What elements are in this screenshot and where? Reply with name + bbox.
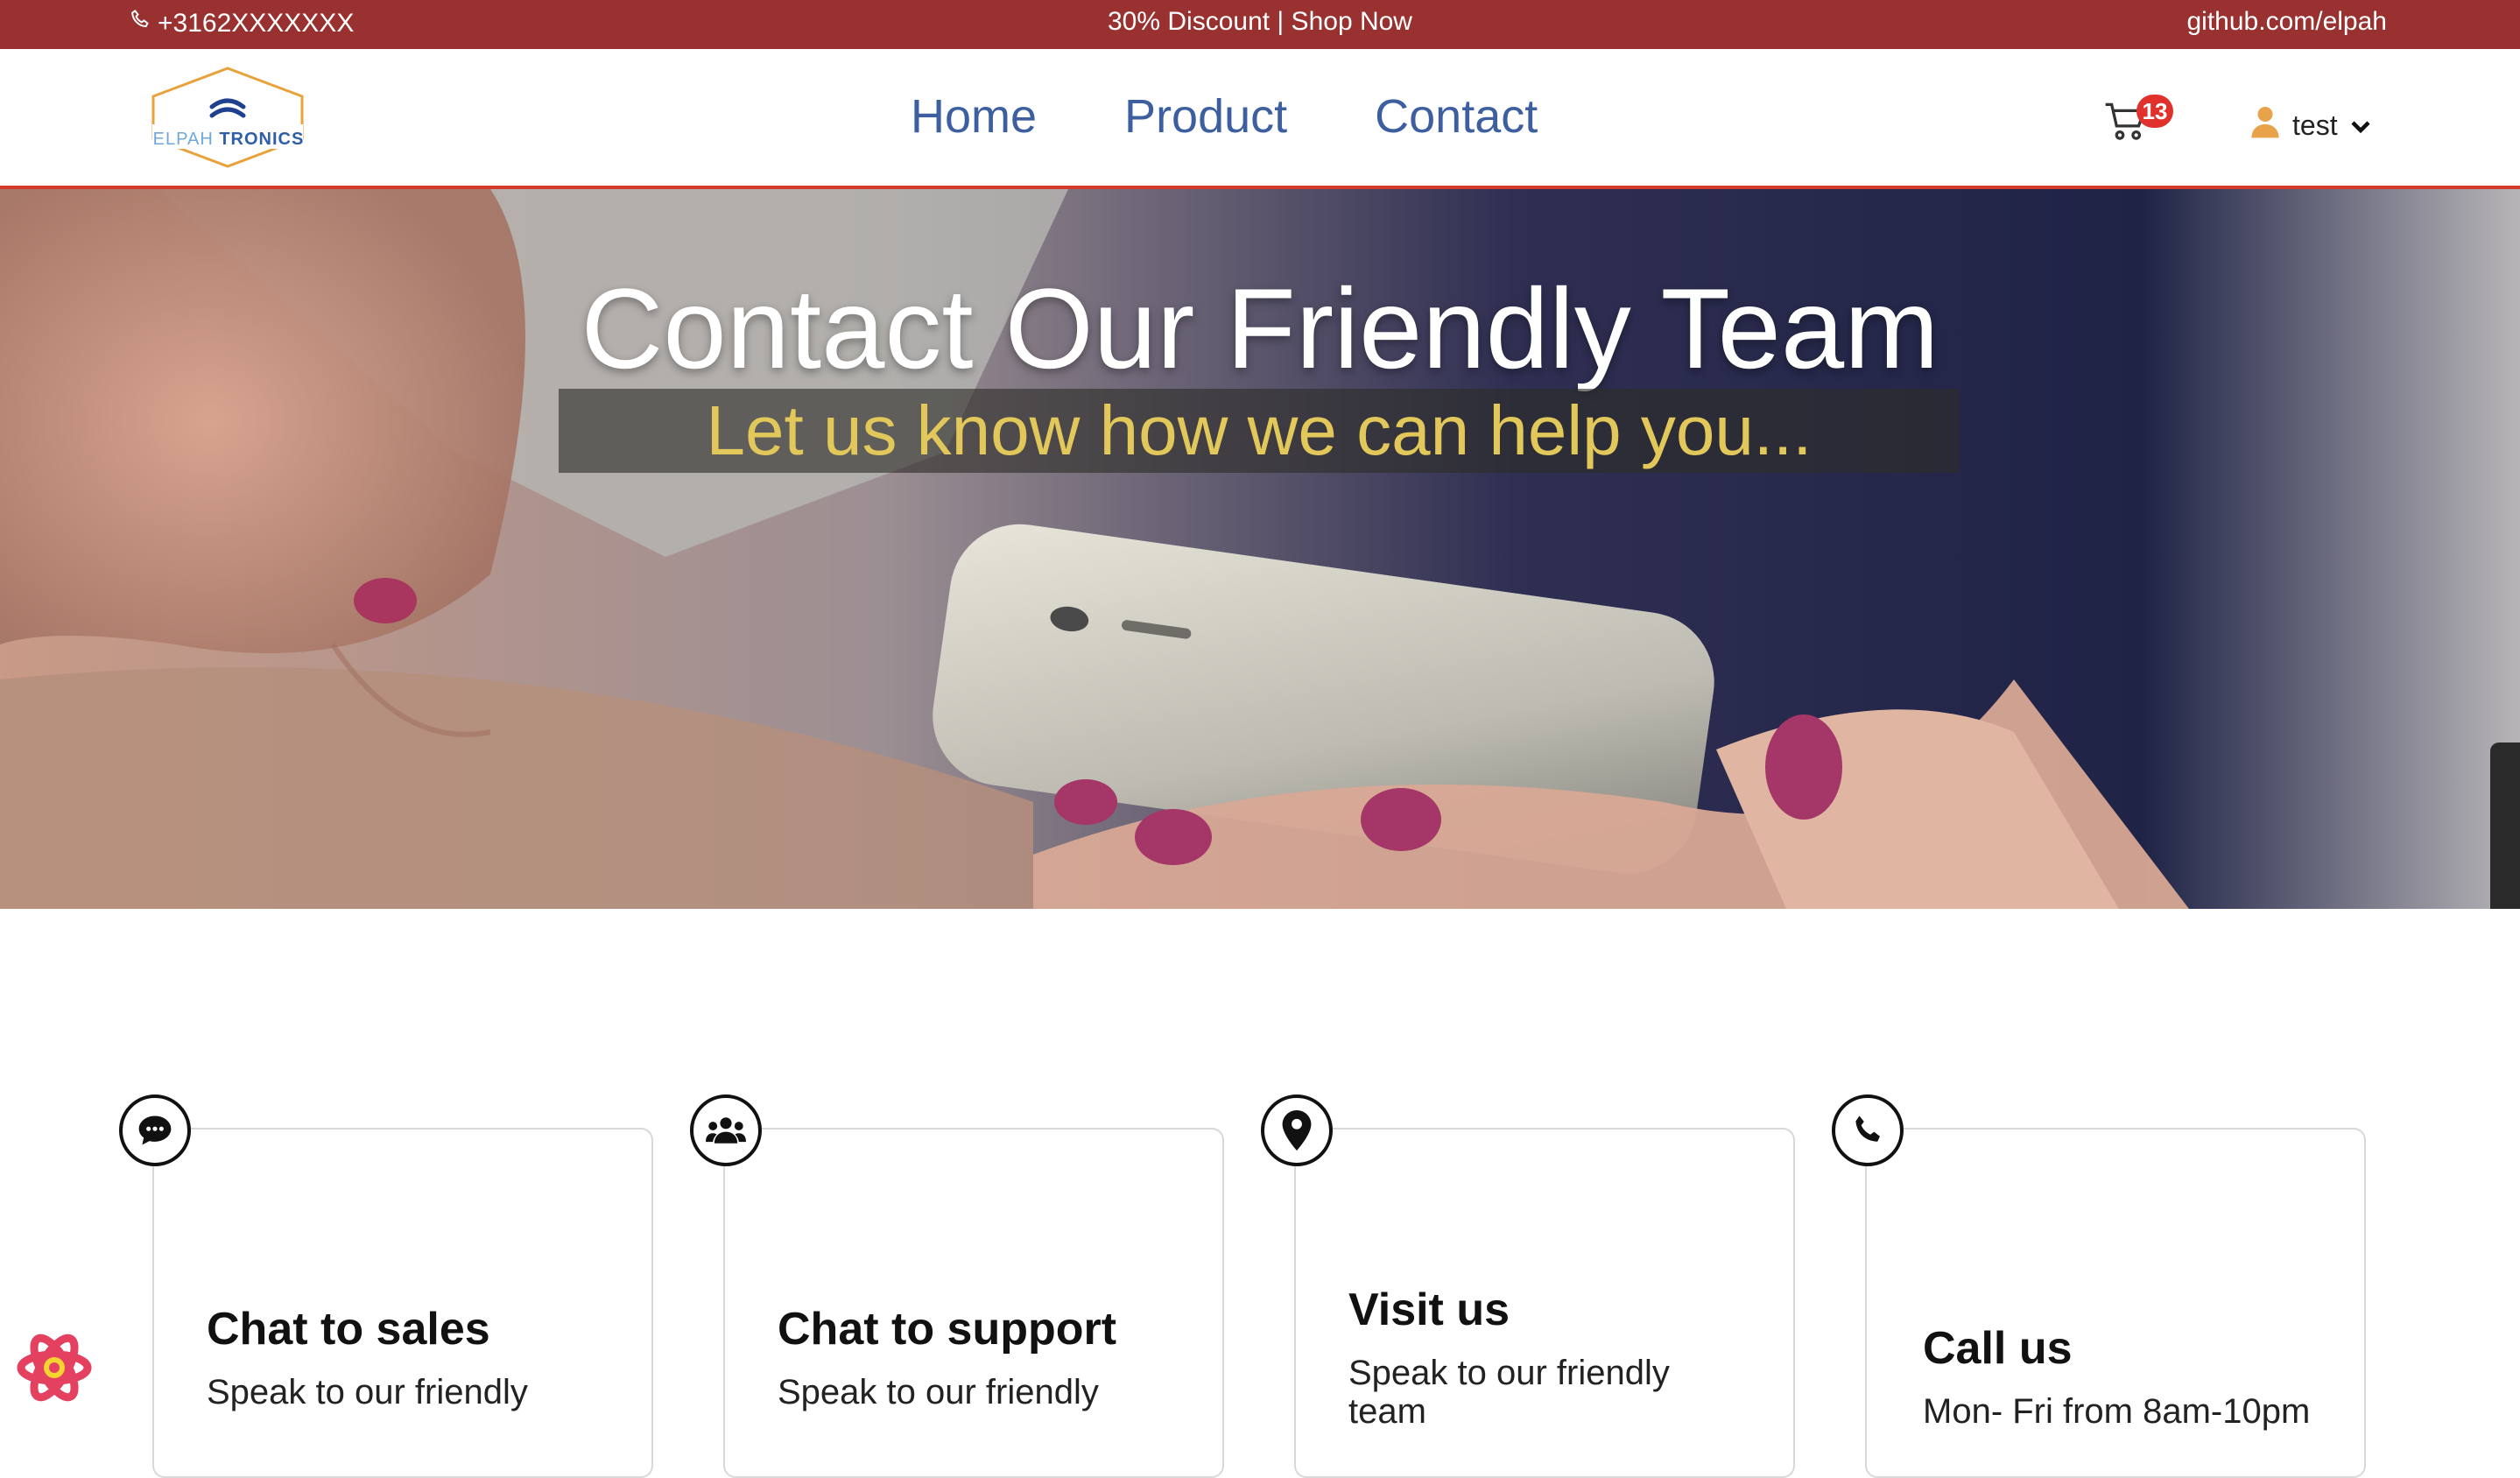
cart-count-badge: 13 [2136,95,2173,128]
nav-item-home[interactable]: Home [911,89,1037,144]
card-title: Chat to sales [207,1304,490,1355]
card-description: Speak to our friendly team [1348,1354,1670,1431]
hero-subtitle: Let us know how we can help you... [706,391,1813,469]
contact-card-visit[interactable]: Visit us Speak to our friendly team [1294,1128,1795,1478]
navbar: ELPAH TRONICS Home Product Contact 13 te… [0,49,2520,189]
card-description: Mon- Fri from 8am-10pm [1923,1392,2311,1431]
card-title: Call us [1923,1323,2073,1374]
react-icon[interactable] [16,1329,93,1406]
brand-logo[interactable]: ELPAH TRONICS [140,63,315,172]
nav-item-product[interactable]: Product [1124,89,1287,144]
side-scroll-tab[interactable] [2490,743,2520,909]
github-link[interactable]: github.com/elpah [2187,7,2388,37]
user-name: test [2292,109,2338,141]
card-title: Visit us [1348,1284,1510,1335]
contact-card-sales[interactable]: Chat to sales Speak to our friendly [152,1128,653,1478]
card-description: Speak to our friendly [207,1373,528,1411]
nav-item-contact[interactable]: Contact [1375,89,1538,144]
chat-bubble-icon [119,1094,191,1166]
chevron-down-icon [2350,109,2371,142]
hero-title: Contact Our Friendly Team [581,264,1939,392]
cart-button[interactable]: 13 [2101,95,2173,149]
hero-banner: Contact Our Friendly Team Let us know ho… [0,189,2520,909]
brand-name: ELPAH TRONICS [152,130,305,149]
card-description: Speak to our friendly [778,1373,1099,1411]
location-pin-icon [1261,1094,1333,1166]
users-icon [690,1094,762,1166]
contact-card-support[interactable]: Chat to support Speak to our friendly [723,1128,1224,1478]
contact-card-call[interactable]: Call us Mon- Fri from 8am-10pm [1865,1128,2366,1478]
top-bar: +3162XXXXXXX 30% Discount | Shop Now git… [0,0,2520,49]
cart-icon [2101,102,2150,149]
promo-banner: 30% Discount | Shop Now [0,7,2520,37]
card-title: Chat to support [778,1304,1117,1355]
promo-link[interactable]: 30% Discount | Shop Now [1108,7,1412,36]
user-icon [2250,105,2280,145]
user-menu[interactable]: test [2250,105,2371,145]
phone-icon [1832,1094,1904,1166]
main-nav: Home Product Contact [911,89,1538,144]
